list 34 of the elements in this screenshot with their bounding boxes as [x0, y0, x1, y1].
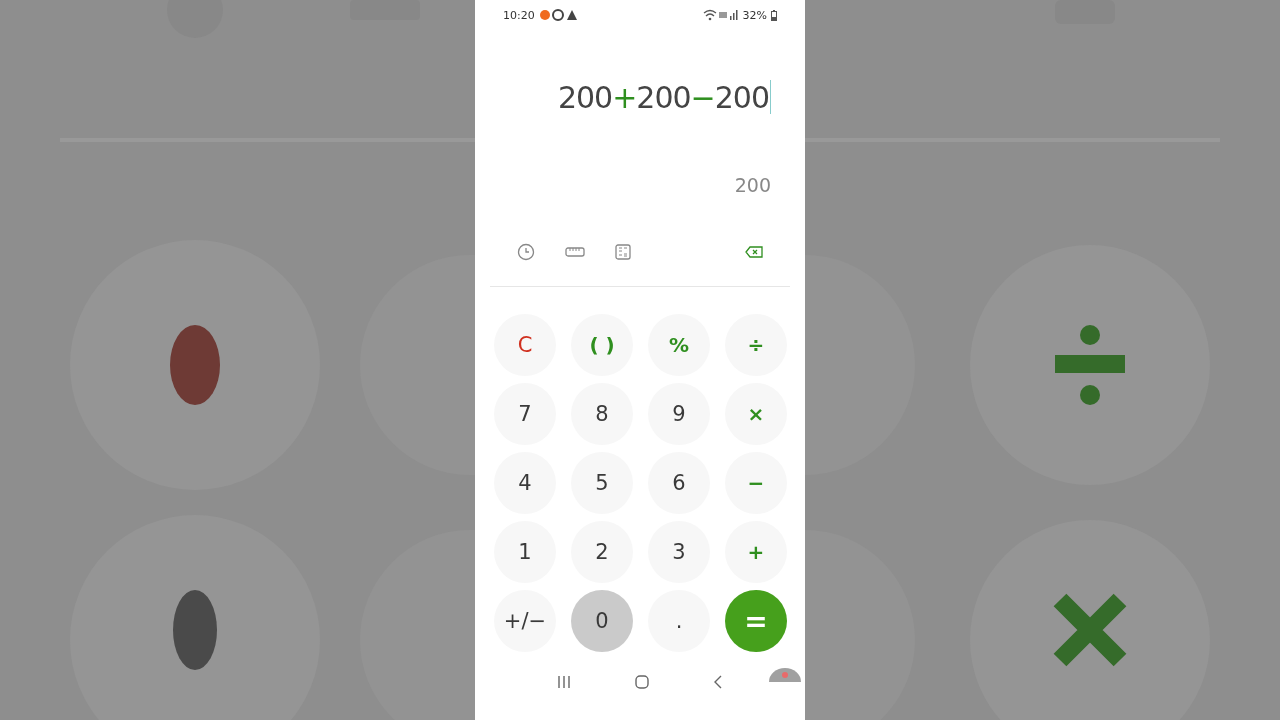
history-icon[interactable] [517, 243, 535, 261]
result-preview: 200 [734, 174, 771, 198]
calculator-key[interactable]: × [725, 383, 787, 445]
expression-field[interactable]: 200+200−200 [557, 72, 771, 122]
battery-level: 32% [742, 8, 767, 22]
calculator-key[interactable]: . [648, 590, 710, 652]
backspace-icon[interactable] [745, 246, 763, 258]
notification-icons [538, 9, 579, 21]
battery-icon [771, 9, 777, 21]
calculator-key[interactable]: 3 [648, 521, 710, 583]
calculator-key[interactable]: 5 [571, 452, 633, 514]
calculator-key[interactable]: +/− [494, 590, 556, 652]
calculator-key[interactable]: % [648, 314, 710, 376]
calculator-key[interactable]: − [725, 452, 787, 514]
calculator-key[interactable]: 2 [571, 521, 633, 583]
calculator-key[interactable]: 8 [571, 383, 633, 445]
recording-indicator-icon [769, 666, 801, 682]
calculator-key[interactable]: C [494, 314, 556, 376]
status-time: 10:20 [503, 8, 535, 22]
calculator-key[interactable]: 9 [648, 383, 710, 445]
signal-icons [702, 9, 739, 21]
recent-apps-icon[interactable] [557, 676, 571, 688]
home-icon[interactable] [635, 675, 649, 689]
calculator-key[interactable]: 4 [494, 452, 556, 514]
calculator-key[interactable]: 0 [571, 590, 633, 652]
calculator-key[interactable]: ( ) [571, 314, 633, 376]
calculator-key[interactable]: 7 [494, 383, 556, 445]
back-icon[interactable] [713, 675, 723, 689]
calculator-key[interactable]: ÷ [725, 314, 787, 376]
scientific-icon[interactable] [615, 244, 631, 260]
calculator-key[interactable]: 6 [648, 452, 710, 514]
ruler-icon[interactable] [565, 247, 585, 257]
calculator-key[interactable]: + [725, 521, 787, 583]
calculator-key[interactable]: 1 [494, 521, 556, 583]
